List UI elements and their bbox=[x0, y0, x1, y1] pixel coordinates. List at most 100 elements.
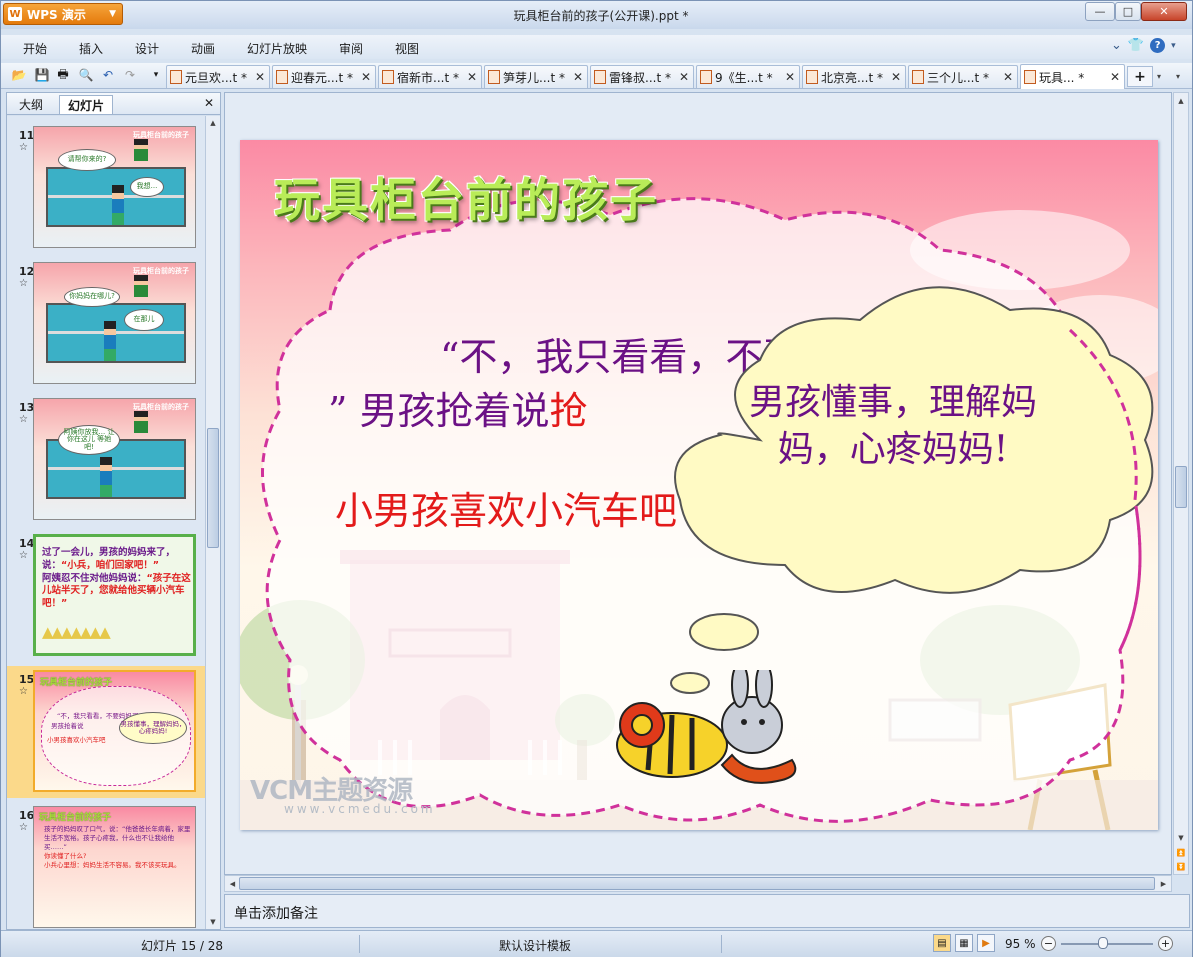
scroll-down-icon[interactable]: ▼ bbox=[206, 915, 220, 929]
ppt-file-icon bbox=[276, 70, 288, 84]
doc-tab[interactable]: 9《生...t * ✕ bbox=[696, 65, 800, 88]
ppt-file-icon bbox=[806, 70, 818, 84]
tab-outline[interactable]: 大纲 bbox=[11, 95, 51, 114]
speech-bubble: 我想... bbox=[130, 177, 164, 197]
scrollbar-thumb[interactable] bbox=[1175, 466, 1187, 508]
slide-preview: 玩具柜台前的孩子 “不，我只看看，不要妈妈买” 男孩抢着说 男孩懂事，理解妈妈，… bbox=[33, 670, 196, 792]
close-tab-icon[interactable]: ✕ bbox=[467, 70, 477, 84]
doc-tab[interactable]: 北京亮...t * ✕ bbox=[802, 65, 906, 88]
close-tab-icon[interactable]: ✕ bbox=[573, 70, 583, 84]
slide-preview: 玩具柜台前的孩子 孩子的妈妈叹了口气，说：“他爸爸长年病着，家里生活不宽裕。孩子… bbox=[33, 806, 196, 928]
doc-tab[interactable]: 笋芽儿...t * ✕ bbox=[484, 65, 588, 88]
help-dropdown-icon[interactable]: ▾ bbox=[1171, 41, 1176, 51]
animation-star-icon: ☆ bbox=[19, 142, 28, 153]
scroll-right-icon[interactable]: ▶ bbox=[1156, 876, 1171, 891]
scroll-down-icon[interactable]: ▼ bbox=[1174, 830, 1188, 845]
normal-view-icon[interactable]: ▤ bbox=[933, 934, 951, 952]
slide-thumbnail-11[interactable]: 11 ☆ 玩具柜台前的孩子 请帮你来的? 我想... bbox=[7, 126, 205, 250]
divider bbox=[721, 935, 722, 953]
ppt-file-icon bbox=[1024, 70, 1036, 84]
thumbnail-scrollbar[interactable]: ▲ ▼ bbox=[205, 116, 220, 929]
help-icon[interactable]: ? bbox=[1150, 38, 1166, 53]
scrollbar-thumb[interactable] bbox=[207, 428, 219, 548]
doc-tab[interactable]: 元旦欢...t * ✕ bbox=[166, 65, 270, 88]
slide-thumbnail-15-selected[interactable]: 15 ☆ 玩具柜台前的孩子 “不，我只看看，不要妈妈买” 男孩抢着说 男孩懂事，… bbox=[7, 666, 205, 798]
skin-shirt-icon[interactable]: 👕 bbox=[1128, 38, 1144, 53]
menu-review[interactable]: 审阅 bbox=[339, 40, 363, 57]
slideshow-icon[interactable]: ▶ bbox=[977, 934, 995, 952]
doc-tab[interactable]: 宿新市...t * ✕ bbox=[378, 65, 482, 88]
zoom-slider-thumb[interactable] bbox=[1098, 937, 1108, 949]
zoom-in-icon[interactable]: + bbox=[1158, 936, 1173, 951]
save-icon[interactable]: 💾 bbox=[34, 67, 50, 83]
scroll-up-icon[interactable]: ▲ bbox=[206, 116, 220, 130]
speech-bubble: 阿姨你放我... 让你在这儿 等她 吧! bbox=[58, 425, 120, 455]
scrollbar-thumb[interactable] bbox=[239, 877, 1155, 890]
thumb-text-b: “小兵，咱们回家吧！” bbox=[61, 559, 160, 571]
close-tab-icon[interactable]: ✕ bbox=[1003, 70, 1013, 84]
title-bar: W WPS 演示 ▼ 玩具柜台前的孩子(公开课).ppt * — □ ✕ bbox=[1, 1, 1192, 29]
zoom-level[interactable]: 95 % bbox=[1005, 937, 1036, 951]
scroll-left-icon[interactable]: ◀ bbox=[225, 876, 240, 891]
close-tab-icon[interactable]: ✕ bbox=[785, 70, 795, 84]
close-window-button[interactable]: ✕ bbox=[1141, 2, 1187, 21]
animation-star-icon: ☆ bbox=[19, 686, 28, 697]
doc-tab[interactable]: 三个儿...t * ✕ bbox=[908, 65, 1018, 88]
menu-animation[interactable]: 动画 bbox=[191, 40, 215, 57]
doc-tab[interactable]: 雷锋叔...t * ✕ bbox=[590, 65, 694, 88]
notes-pane[interactable]: 单击添加备注 bbox=[224, 894, 1190, 928]
doc-tab-label: 宿新市...t * bbox=[397, 70, 459, 85]
doc-tab-label: 迎春元...t * bbox=[291, 70, 353, 85]
ppt-file-icon bbox=[488, 70, 500, 84]
new-tab-button[interactable]: + bbox=[1127, 66, 1153, 87]
scroll-up-icon[interactable]: ▲ bbox=[1174, 93, 1188, 108]
thumb-thought-cloud: 男孩懂事，理解妈妈，心疼妈妈! bbox=[119, 712, 187, 744]
zoom-out-icon[interactable]: − bbox=[1041, 936, 1056, 951]
thumb-text: 过了一会儿，男孩的妈妈来了，说：“小兵，咱们回家吧！” 阿姨忍不住对他妈妈说：“… bbox=[42, 547, 192, 611]
previous-slide-icon[interactable]: ⏫ bbox=[1174, 845, 1188, 860]
undo-icon[interactable]: ↶ bbox=[100, 67, 116, 83]
customize-toolbar-icon[interactable]: ▾ bbox=[148, 67, 164, 83]
menu-insert[interactable]: 插入 bbox=[79, 40, 103, 57]
open-folder-icon[interactable]: 📂 bbox=[11, 67, 27, 83]
print-icon[interactable]: 🖶 bbox=[55, 67, 71, 83]
tiger-rabbit-clipart bbox=[616, 670, 797, 784]
close-tab-icon[interactable]: ✕ bbox=[679, 70, 689, 84]
slide-vertical-scrollbar[interactable]: ▲ ▼ ⏫ ⏬ bbox=[1173, 92, 1189, 875]
menu-design[interactable]: 设计 bbox=[135, 40, 159, 57]
slide-thumbnail-13[interactable]: 13 ☆ 玩具柜台前的孩子 阿姨你放我... 让你在这儿 等她 吧! bbox=[7, 398, 205, 522]
close-tab-icon[interactable]: ✕ bbox=[255, 70, 265, 84]
thought-bubble-text[interactable]: 男孩懂事，理解妈妈，心疼妈妈! bbox=[738, 380, 1048, 474]
notes-placeholder[interactable]: 单击添加备注 bbox=[234, 903, 318, 923]
slide-horizontal-scrollbar[interactable]: ◀ ▶ bbox=[224, 875, 1172, 892]
tab-slides[interactable]: 幻灯片 bbox=[59, 95, 114, 114]
doc-tab-active[interactable]: 玩具... * ✕ bbox=[1020, 64, 1125, 89]
maximize-button[interactable]: □ bbox=[1115, 2, 1141, 21]
clerk-figure bbox=[134, 411, 148, 433]
menu-view[interactable]: 视图 bbox=[395, 40, 419, 57]
menu-slideshow[interactable]: 幻灯片放映 bbox=[247, 40, 307, 57]
slide-thumbnail-12[interactable]: 12 ☆ 玩具柜台前的孩子 你妈妈在哪儿? 在那儿 bbox=[7, 262, 205, 386]
toy-shelf bbox=[46, 303, 186, 363]
close-tab-icon[interactable]: ✕ bbox=[1110, 70, 1120, 84]
current-slide[interactable]: 玩具柜台前的孩子 “不，我只看看，不要妈妈买 ” 男孩抢着说抢 小男孩喜欢小汽车… bbox=[240, 140, 1158, 830]
next-slide-icon[interactable]: ⏬ bbox=[1174, 859, 1188, 874]
minimize-button[interactable]: — bbox=[1085, 2, 1115, 21]
slide-thumbnail-14[interactable]: 14 ☆ 过了一会儿，男孩的妈妈来了，说：“小兵，咱们回家吧！” 阿姨忍不住对他… bbox=[7, 534, 205, 658]
slide-sorter-icon[interactable]: ▦ bbox=[955, 934, 973, 952]
menu-start[interactable]: 开始 bbox=[23, 40, 47, 57]
redo-icon[interactable]: ↷ bbox=[122, 67, 138, 83]
wps-app-menu-button[interactable]: W WPS 演示 ▼ bbox=[3, 3, 123, 25]
slide-thumbnail-16[interactable]: 16 ☆ 玩具柜台前的孩子 孩子的妈妈叹了口气，说：“他爸爸长年病着，家里生活不… bbox=[7, 806, 205, 929]
collapse-ribbon-icon[interactable]: ⌄ bbox=[1111, 38, 1122, 53]
tab-list-dropdown-icon[interactable]: ▾ bbox=[1168, 66, 1188, 87]
close-tab-icon[interactable]: ✕ bbox=[361, 70, 371, 84]
new-tab-dropdown-icon[interactable]: ▾ bbox=[1153, 66, 1165, 87]
wps-presentation-window: W WPS 演示 ▼ 玩具柜台前的孩子(公开课).ppt * — □ ✕ 开始 … bbox=[0, 0, 1193, 957]
ppt-file-icon bbox=[382, 70, 394, 84]
print-preview-icon[interactable]: 🔍 bbox=[78, 67, 94, 83]
doc-tab-label: 笋芽儿...t * bbox=[503, 70, 565, 85]
doc-tab[interactable]: 迎春元...t * ✕ bbox=[272, 65, 376, 88]
close-pane-icon[interactable]: ✕ bbox=[204, 96, 214, 110]
close-tab-icon[interactable]: ✕ bbox=[891, 70, 901, 84]
